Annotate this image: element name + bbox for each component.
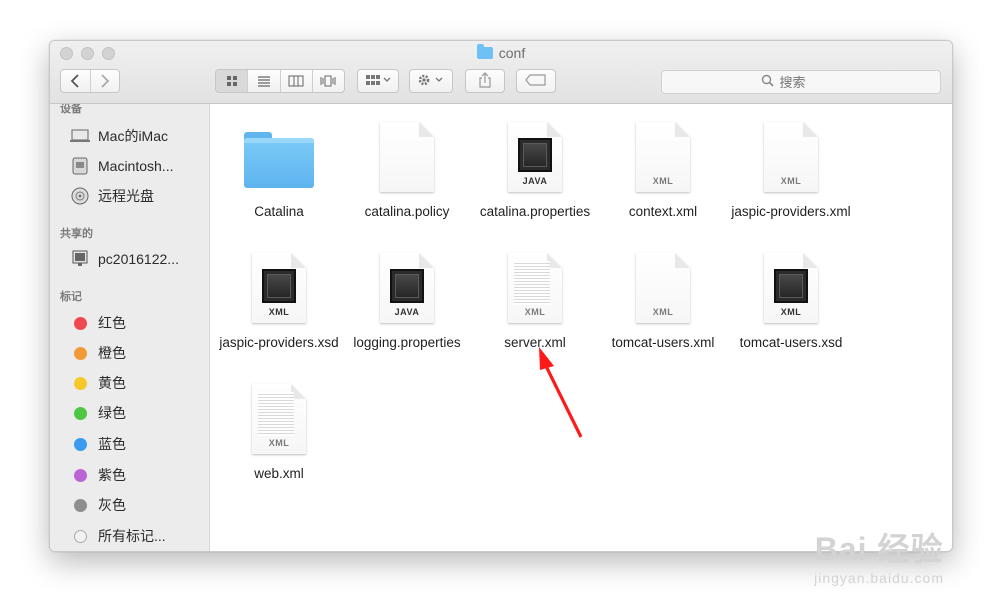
icon-view-icon[interactable] [216,70,249,92]
sidebar-item-remote-disc[interactable]: 远程光盘 [70,185,154,207]
window-title: conf [50,44,952,61]
file-item-web-xml[interactable]: XML web.xml [216,376,342,483]
sidebar-tag-red[interactable]: 红色 [70,312,126,334]
blue-tag-icon [70,435,90,453]
sidebar-all-tags[interactable]: 所有标记... [70,525,166,547]
file-item-tomcat-users-xsd[interactable]: XML tomcat-users.xsd [728,245,854,352]
folder-icon [476,44,493,59]
share-icon [478,71,492,91]
sidebar-header-shared: 共享的 [60,228,93,240]
sidebar-tag-green[interactable]: 绿色 [70,402,126,424]
tag-button[interactable] [516,69,556,93]
back-icon[interactable] [61,70,91,92]
baidu-watermark: Bai 经验 jingyan.baidu.com [814,531,944,586]
search-field[interactable] [661,70,941,94]
sidebar-tag-blue[interactable]: 蓝色 [70,433,126,455]
titlebar: conf [50,41,952,104]
finder-window: conf 搜索 设备 Mac的iMac Macintosh... 远程光盘 共享… [49,40,953,552]
purple-tag-icon [70,466,90,484]
coverflow-view-icon[interactable] [313,70,344,92]
sidebar-tag-orange[interactable]: 橙色 [70,342,126,364]
xml-executable-icon: XML [764,253,818,323]
yellow-tag-icon [70,374,90,392]
all-tags-icon [70,527,90,545]
action-gear-icon [417,73,445,90]
xml-document-icon: XML [636,253,690,323]
sidebar-tag-yellow[interactable]: 黄色 [70,372,126,394]
red-tag-icon [70,314,90,332]
action-button[interactable] [409,69,453,93]
computer-icon [70,127,90,145]
file-item-catalina-properties[interactable]: JAVA catalina.properties [472,114,598,221]
sidebar-header-devices: 设备 [60,104,82,115]
folder-icon [244,132,314,188]
file-item-logging-properties[interactable]: JAVA logging.properties [344,245,470,352]
sidebar-header-tags: 标记 [60,291,82,303]
network-computer-icon [70,250,90,268]
java-executable-icon: JAVA [508,122,562,192]
arrange-button[interactable] [357,69,399,93]
share-button[interactable] [465,69,505,93]
sidebar-item-mac-imac[interactable]: Mac的iMac [70,125,168,147]
xml-executable-icon: XML [252,253,306,323]
xml-document-icon: XML [764,122,818,192]
file-item-catalina[interactable]: Catalina [216,114,342,221]
gray-tag-icon [70,496,90,514]
xml-text-document-icon: XML [252,384,306,454]
arrange-icon [365,74,391,89]
file-item-jaspic-providers-xsd[interactable]: XML jaspic-providers.xsd [216,245,342,352]
forward-icon[interactable] [91,70,120,92]
sidebar-item-macintosh[interactable]: Macintosh... [70,155,173,177]
remote-disc-icon [70,187,90,205]
green-tag-icon [70,404,90,422]
file-item-tomcat-users-xml[interactable]: XML tomcat-users.xml [600,245,726,352]
tag-icon [525,73,547,89]
list-view-icon[interactable] [248,70,281,92]
xml-document-icon: XML [636,122,690,192]
column-view-icon[interactable] [281,70,313,92]
red-arrow-annotation [539,347,583,438]
orange-tag-icon [70,344,90,362]
file-item-server-xml[interactable]: XML server.xml [472,245,598,352]
search-icon [761,74,774,90]
hard-drive-icon [70,157,90,175]
view-mode-buttons [215,69,345,93]
sidebar-item-pc2016122[interactable]: pc2016122... [70,248,179,270]
back-forward-buttons [60,69,120,93]
sidebar: 设备 Mac的iMac Macintosh... 远程光盘 共享的 pc2016… [50,104,210,551]
java-executable-icon: JAVA [380,253,434,323]
blank-document-icon [380,122,434,192]
search-input[interactable] [777,73,842,91]
file-item-jaspic-providers-xml[interactable]: XML jaspic-providers.xml [728,114,854,221]
xml-text-document-icon: XML [508,253,562,323]
file-item-catalina-policy[interactable]: catalina.policy [344,114,470,221]
sidebar-tag-gray[interactable]: 灰色 [70,494,126,516]
file-item-context-xml[interactable]: XML context.xml [600,114,726,221]
sidebar-tag-purple[interactable]: 紫色 [70,464,126,486]
file-grid: Catalina catalina.policy JAVA catalina.p… [210,104,952,551]
